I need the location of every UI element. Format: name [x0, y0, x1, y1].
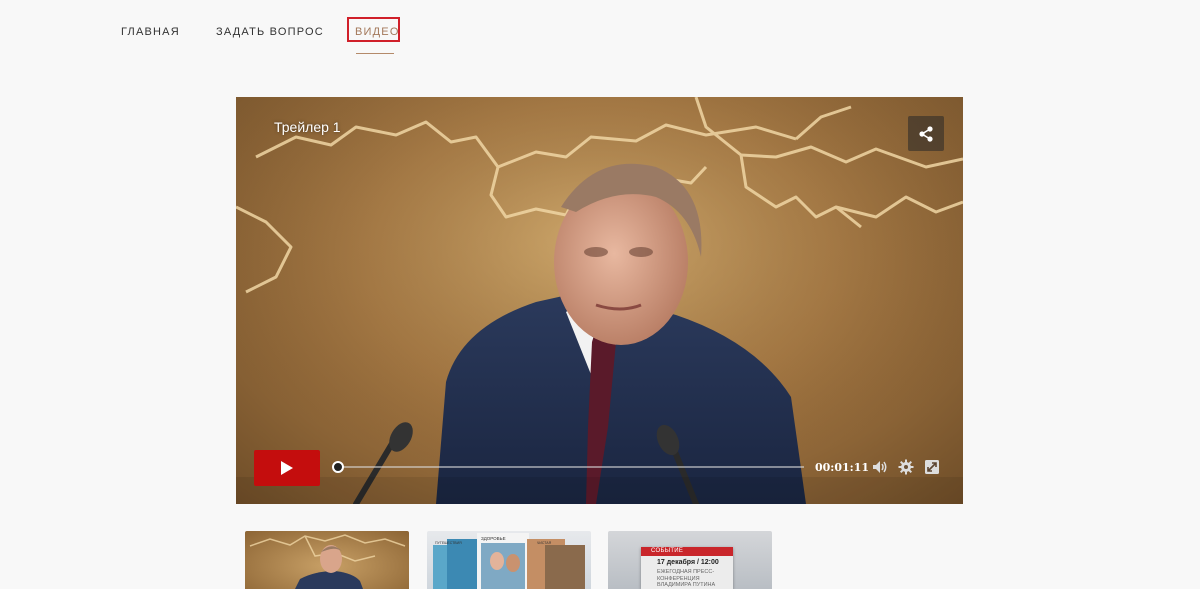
top-navigation: ГЛАВНАЯ ЗАДАТЬ ВОПРОС ВИДЕО — [0, 0, 1200, 60]
event-description: ЕЖЕГОДНАЯ ПРЕСС-КОНФЕРЕНЦИЯ ВЛАДИМИРА ПУ… — [657, 569, 716, 588]
thumb-tag-health: ЗДОРОВЬЕ — [481, 536, 506, 541]
thumb-tag-clean: ЧИСТАЯ — [537, 541, 552, 545]
play-button[interactable] — [254, 450, 320, 486]
video-player[interactable]: Трейлер 1 00:01:11 — [236, 97, 963, 504]
nav-item-home[interactable]: ГЛАВНАЯ — [121, 26, 180, 38]
time-display: 00:01:11 — [815, 461, 870, 474]
nav-highlight-box — [347, 17, 400, 42]
volume-icon — [873, 461, 887, 473]
settings-button[interactable] — [897, 458, 915, 476]
progress-bar[interactable] — [337, 466, 804, 468]
share-button[interactable] — [908, 116, 944, 151]
thumbnail-image: ЗДОРОВЬЕ ПУТЕШЕСТВИЯ ЧИСТАЯ — [433, 533, 585, 589]
video-thumbnail-2[interactable]: ЗДОРОВЬЕ ПУТЕШЕСТВИЯ ЧИСТАЯ — [427, 531, 591, 589]
fullscreen-button[interactable] — [923, 458, 941, 476]
gear-icon — [898, 459, 914, 475]
video-thumbnail-1[interactable] — [245, 531, 409, 589]
progress-handle[interactable] — [332, 461, 344, 473]
thumbnail-image — [249, 534, 406, 589]
video-thumbnail-3[interactable]: СОБЫТИЕ 17 декабря / 12:00 ЕЖЕГОДНАЯ ПРЕ… — [608, 531, 772, 589]
fullscreen-icon — [925, 460, 939, 474]
event-card: СОБЫТИЕ 17 декабря / 12:00 ЕЖЕГОДНАЯ ПРЕ… — [641, 547, 733, 589]
event-date: 17 декабря / 12:00 — [657, 559, 719, 566]
thumb-tag-travel: ПУТЕШЕСТВИЯ — [435, 541, 462, 545]
nav-item-ask-question[interactable]: ЗАДАТЬ ВОПРОС — [216, 26, 324, 38]
play-icon — [281, 461, 293, 475]
video-frame — [236, 97, 963, 504]
event-badge: СОБЫТИЕ — [641, 547, 733, 556]
share-icon — [919, 125, 933, 142]
volume-button[interactable] — [871, 458, 889, 476]
video-title: Трейлер 1 — [274, 119, 341, 135]
nav-active-underline — [356, 53, 394, 54]
